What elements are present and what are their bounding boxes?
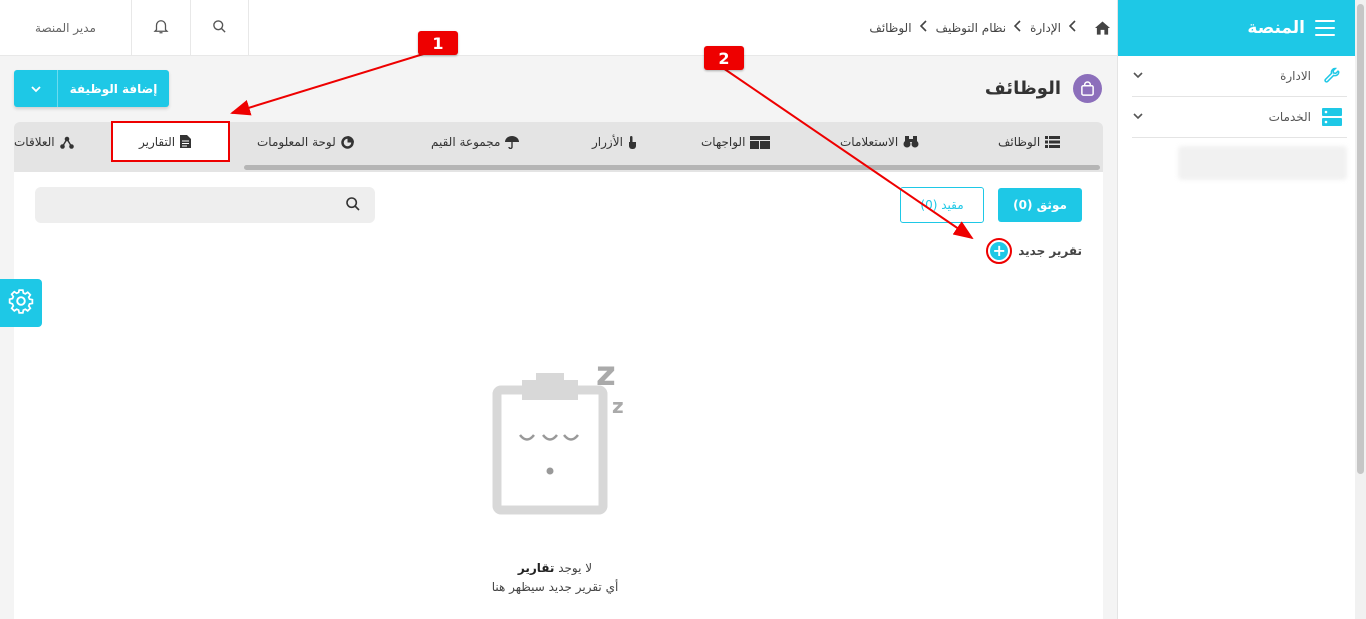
pointer-icon: [628, 135, 637, 149]
server-icon: [1321, 106, 1343, 128]
hamburger-menu-icon[interactable]: [1315, 20, 1335, 36]
sidebar: المنصة الادارة الخدمات: [1117, 0, 1355, 619]
annotation-badge-2: 2: [704, 46, 744, 70]
sidebar-item-administration[interactable]: الادارة: [1132, 56, 1347, 97]
new-report-label: تقرير جديد: [1018, 244, 1082, 258]
empty-line1-prefix: لا يوجد: [558, 561, 593, 575]
search-icon: [212, 19, 227, 38]
svg-text:z: z: [612, 394, 624, 418]
svg-text:z: z: [596, 355, 616, 394]
page-header: الوظائف: [960, 73, 1102, 103]
settings-button[interactable]: [0, 279, 42, 327]
topbar: مدير المنصة الإدارة نظام التوظيف الوظائف: [0, 0, 1117, 56]
chevron-left-icon: [919, 20, 928, 36]
empty-line1-bold: تقارير: [517, 561, 555, 575]
breadcrumb: الإدارة نظام التوظيف الوظائف: [820, 0, 1110, 56]
sidebar-item-label: الادارة: [1280, 69, 1311, 83]
tab-queries[interactable]: الاستعلامات: [840, 122, 919, 162]
tab-dashboard[interactable]: لوحة المعلومات: [257, 122, 354, 162]
chevron-down-icon[interactable]: [1132, 69, 1144, 84]
wrench-icon: [1321, 65, 1343, 87]
chevron-left-icon: [1068, 20, 1077, 36]
plus-circle-icon[interactable]: +: [986, 238, 1013, 264]
tab-label: الاستعلامات: [840, 135, 899, 149]
blurred-sidebar-item: [1178, 146, 1347, 180]
topbar-search-button[interactable]: [191, 0, 249, 56]
user-menu[interactable]: مدير المنصة: [0, 0, 132, 56]
gear-icon: [8, 288, 34, 318]
sidebar-title: المنصة: [1247, 18, 1305, 38]
tab-label: مجموعة القيم: [431, 135, 501, 149]
new-report-button[interactable]: تقرير جديد +: [982, 238, 1082, 264]
binoculars-icon: [903, 136, 919, 148]
tab-bar-scrollbar[interactable]: [244, 165, 1100, 170]
tab-label: التقارير: [139, 134, 176, 149]
list-icon: [1045, 136, 1061, 148]
tab-label: الواجهات: [701, 135, 746, 149]
breadcrumb-item[interactable]: نظام التوظيف: [936, 21, 1007, 35]
breadcrumb-item: الوظائف: [869, 21, 912, 35]
tab-reports-inner: التقارير: [139, 123, 192, 160]
tab-label: لوحة المعلومات: [257, 135, 336, 149]
tab-label: العلاقات: [14, 135, 55, 149]
tab-label: الوظائف: [998, 135, 1041, 149]
chevron-down-icon[interactable]: [1132, 110, 1144, 125]
verified-filter-button[interactable]: موثق (0): [998, 188, 1082, 222]
tab-jobs[interactable]: الوظائف: [998, 122, 1061, 162]
file-icon: [180, 135, 192, 148]
restricted-filter-button[interactable]: مقيد (0): [900, 187, 984, 223]
annotation-badge-1: 1: [418, 31, 458, 55]
page-scrollbar[interactable]: [1355, 0, 1366, 619]
share-nodes-icon: [59, 136, 74, 149]
tab-reports[interactable]: التقارير: [111, 121, 230, 162]
bell-icon: [152, 17, 170, 39]
chevron-down-icon[interactable]: [14, 70, 58, 107]
shopping-bag-icon: [1073, 73, 1102, 103]
tab-interfaces[interactable]: الواجهات: [701, 122, 771, 162]
tab-value-groups[interactable]: مجموعة القيم: [431, 122, 520, 162]
tab-relations[interactable]: العلاقات: [14, 122, 74, 162]
search-input[interactable]: [35, 187, 335, 223]
umbrella-icon: [505, 135, 520, 149]
pie-chart-icon: [341, 135, 354, 149]
add-job-label: إضافة الوظيفة: [69, 81, 158, 96]
scrollbar-thumb[interactable]: [1357, 4, 1364, 474]
notifications-button[interactable]: [132, 0, 191, 56]
add-job-button[interactable]: إضافة الوظيفة: [14, 70, 169, 107]
empty-state-illustration: z z: [490, 354, 635, 515]
chevron-left-icon: [1013, 20, 1022, 36]
sidebar-header[interactable]: المنصة: [1118, 0, 1355, 56]
sidebar-item-services[interactable]: الخدمات: [1132, 97, 1347, 138]
home-icon[interactable]: [1095, 21, 1110, 35]
sidebar-item-label: الخدمات: [1268, 110, 1311, 124]
search-icon: [345, 196, 361, 216]
reports-search[interactable]: [35, 187, 375, 223]
tab-label: الأزرار: [592, 135, 623, 149]
breadcrumb-item[interactable]: الإدارة: [1030, 21, 1061, 35]
empty-line2: أي تقرير جديد سيظهر هنا: [491, 580, 619, 594]
layout-icon: [750, 135, 771, 149]
page-title: الوظائف: [984, 77, 1061, 99]
tab-buttons[interactable]: الأزرار: [592, 122, 637, 162]
empty-state-message: لا يوجد تقارير أي تقرير جديد سيظهر هنا: [420, 559, 690, 597]
